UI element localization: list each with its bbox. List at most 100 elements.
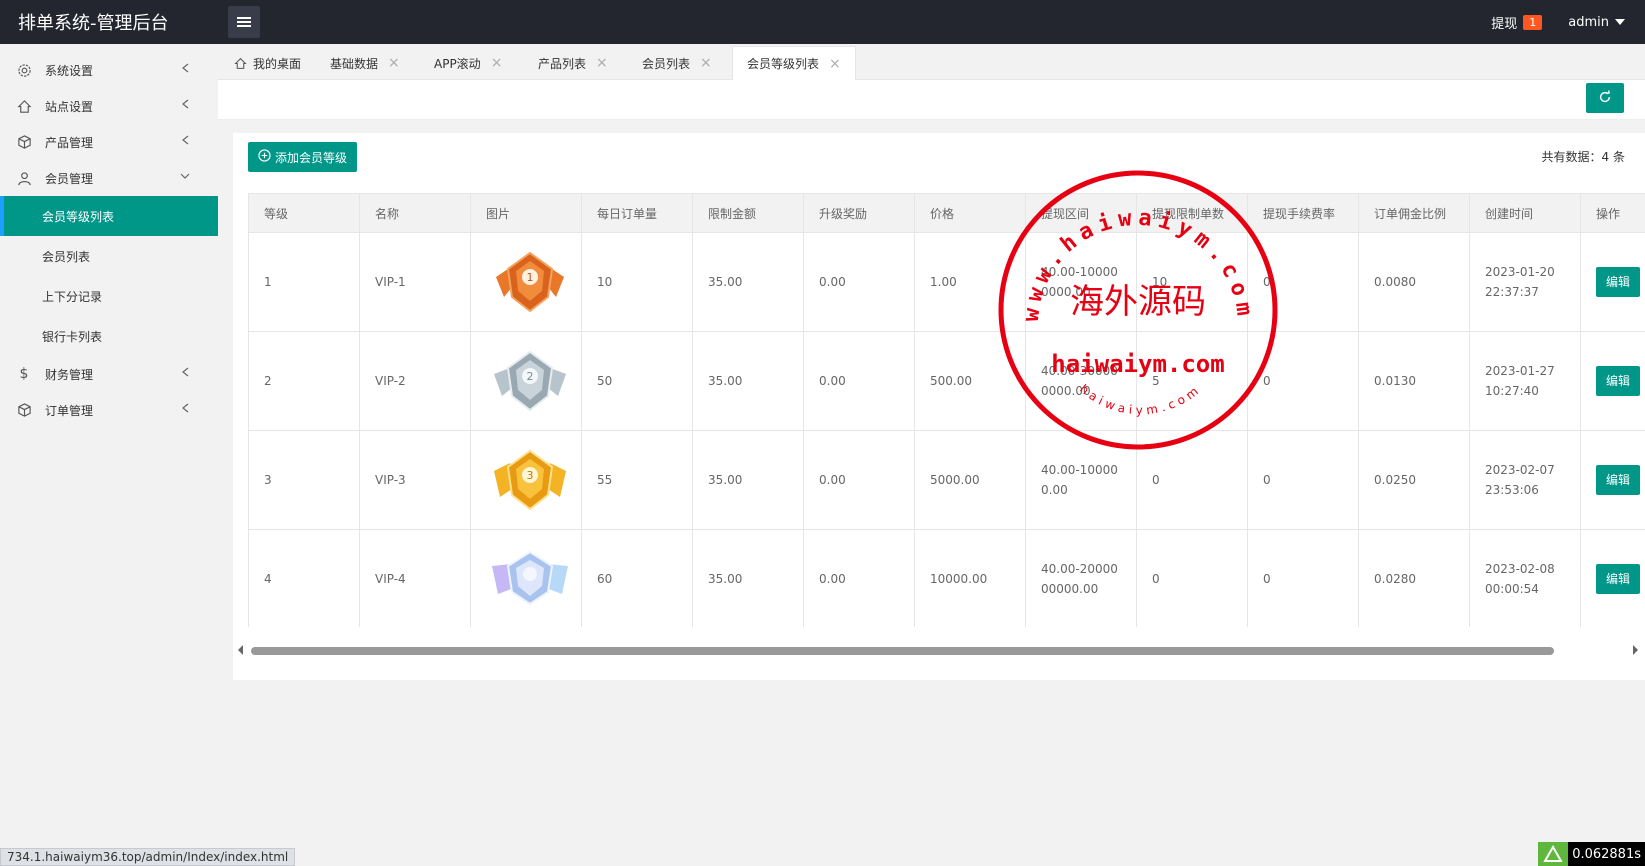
hamburger-icon	[237, 15, 251, 29]
column-header: 图片	[470, 193, 582, 233]
tab-label: 基础数据	[330, 56, 379, 71]
app-title: 排单系统-管理后台	[18, 13, 169, 34]
member-level-table: 等级 名称 图片 每日订单量 限制金额 升级奖励 价格 提现区间 提现限制单数 …	[248, 193, 1645, 627]
stamp-domain-text: haiwaiym.com	[1051, 350, 1224, 378]
close-icon[interactable]: ×	[491, 55, 503, 71]
sidebar-item-member-management[interactable]: 会员管理	[0, 160, 218, 196]
horizontal-scrollbar[interactable]	[238, 643, 1638, 657]
tab-member-list[interactable]: 会员列表 ×	[642, 46, 712, 80]
withdraw-link[interactable]: 提现 1	[1491, 13, 1543, 32]
column-header: 创建时间	[1469, 193, 1581, 233]
cell-limit: 35.00	[692, 529, 804, 627]
column-header: 等级	[248, 193, 360, 233]
cubes-icon	[16, 402, 32, 418]
table-header-row: 等级 名称 图片 每日订单量 限制金额 升级奖励 价格 提现区间 提现限制单数 …	[248, 193, 1645, 233]
sidebar-item-system-settings[interactable]: 系统设置	[0, 52, 218, 88]
user-icon	[16, 170, 32, 186]
edit-button[interactable]: 编辑	[1596, 564, 1641, 594]
tab-desktop[interactable]: 我的桌面	[234, 46, 301, 80]
cell-limit: 35.00	[692, 331, 804, 431]
svg-text:1: 1	[527, 271, 534, 284]
chevron-left-icon	[180, 367, 190, 377]
close-icon[interactable]: ×	[388, 55, 400, 71]
menu-toggle-button[interactable]	[228, 6, 260, 38]
column-header: 订单佣金比例	[1358, 193, 1470, 233]
svg-text:haiwaiym.com: haiwaiym.com	[1077, 382, 1204, 418]
cell-name: VIP-4	[359, 529, 471, 627]
sidebar-item-member-list[interactable]: 会员列表	[0, 236, 218, 276]
chevron-left-icon	[180, 135, 190, 145]
sidebar-item-finance-management[interactable]: $ 财务管理	[0, 356, 218, 392]
status-url: 734.1.haiwaiym36.top/admin/Index/index.h…	[0, 848, 296, 866]
add-button-label: 添加会员等级	[275, 150, 348, 165]
toolbar	[218, 80, 1645, 120]
cell-price: 10000.00	[914, 529, 1026, 627]
cell-action: 编辑	[1580, 232, 1645, 332]
platinum-medal-icon	[492, 550, 568, 606]
cell-daily-orders: 60	[581, 529, 693, 627]
sidebar-item-product-management[interactable]: 产品管理	[0, 124, 218, 160]
cell-limit: 35.00	[692, 430, 804, 530]
sidebar-item-site-settings[interactable]: 站点设置	[0, 88, 218, 124]
cell-created: 2023-02-07 23:53:06	[1469, 430, 1581, 530]
add-member-level-button[interactable]: 添加会员等级	[248, 142, 358, 172]
cell-image	[470, 529, 582, 627]
scroll-right-icon[interactable]	[1633, 645, 1638, 655]
cell-created: 2023-01-20 22:37:37	[1469, 232, 1581, 332]
plus-circle-icon	[258, 149, 271, 165]
refresh-button[interactable]	[1586, 83, 1624, 113]
tab-label: 会员列表	[642, 56, 691, 71]
sidebar-item-label: 订单管理	[45, 403, 94, 418]
withdraw-label: 提现	[1491, 16, 1518, 32]
scroll-left-icon[interactable]	[238, 645, 243, 655]
edit-button[interactable]: 编辑	[1596, 267, 1641, 297]
cell-daily-orders: 55	[581, 430, 693, 530]
sidebar-item-member-levels[interactable]: 会员等级列表	[0, 196, 218, 236]
sidebar-item-label: 会员管理	[45, 171, 94, 186]
cell-daily-orders: 50	[581, 331, 693, 431]
tab-app-scroll[interactable]: APP滚动 ×	[434, 46, 502, 80]
column-header: 每日订单量	[581, 193, 693, 233]
sidebar-item-label: 财务管理	[45, 367, 94, 382]
cell-commission: 0.0280	[1358, 529, 1470, 627]
thinkphp-logo-icon	[1538, 842, 1569, 866]
gear-icon	[16, 62, 32, 78]
scrollbar-thumb[interactable]	[251, 647, 1554, 655]
cell-image: 1	[470, 232, 582, 332]
table-row: 3 VIP-3 3 55 35.00 0.00 5000.00 40.00-10…	[248, 430, 1645, 530]
cell-created: 2023-01-27 10:27:40	[1469, 331, 1581, 431]
column-header: 限制金额	[692, 193, 804, 233]
chevron-left-icon	[180, 99, 190, 109]
refresh-icon	[1598, 89, 1612, 107]
edit-button[interactable]: 编辑	[1596, 366, 1641, 396]
chevron-down-icon	[180, 171, 190, 181]
close-icon[interactable]: ×	[700, 55, 712, 71]
column-header: 操作	[1580, 193, 1645, 233]
tab-product-list[interactable]: 产品列表 ×	[538, 46, 608, 80]
edit-button[interactable]: 编辑	[1596, 465, 1641, 495]
caret-down-icon	[1615, 19, 1625, 25]
tab-member-levels[interactable]: 会员等级列表 ×	[732, 46, 856, 80]
timer-value: 0.062881s	[1572, 846, 1641, 862]
cell-image: 3	[470, 430, 582, 530]
sidebar-item-balance-records[interactable]: 上下分记录	[0, 276, 218, 316]
cell-withdraw-count: 0	[1136, 529, 1248, 627]
sidebar-item-order-management[interactable]: 订单管理	[0, 392, 218, 428]
user-name: admin	[1568, 14, 1609, 30]
user-menu[interactable]: admin	[1568, 15, 1625, 30]
cell-level: 2	[248, 331, 360, 431]
svg-text:2: 2	[527, 370, 534, 383]
tab-bar: 我的桌面 基础数据 × APP滚动 × 产品列表 × 会员列表 × 会员等级列表 ×	[218, 44, 1645, 80]
close-icon[interactable]: ×	[829, 56, 841, 72]
sidebar-item-bank-cards[interactable]: 银行卡列表	[0, 316, 218, 356]
chevron-left-icon	[180, 403, 190, 413]
top-bar: 排单系统-管理后台 提现 1 admin	[0, 0, 1645, 44]
cell-level: 1	[248, 232, 360, 332]
bronze-medal-icon: 1	[496, 251, 564, 313]
chevron-left-icon	[180, 63, 190, 73]
close-icon[interactable]: ×	[596, 55, 608, 71]
tab-basic-data[interactable]: 基础数据 ×	[330, 46, 400, 80]
stamp-bottom-arc: haiwaiym.com	[1077, 382, 1200, 418]
cell-fee-rate: 0	[1247, 529, 1359, 627]
table-row: 1 VIP-1 1 10 35.00 0.00 1.00 40.00-10000…	[248, 232, 1645, 332]
